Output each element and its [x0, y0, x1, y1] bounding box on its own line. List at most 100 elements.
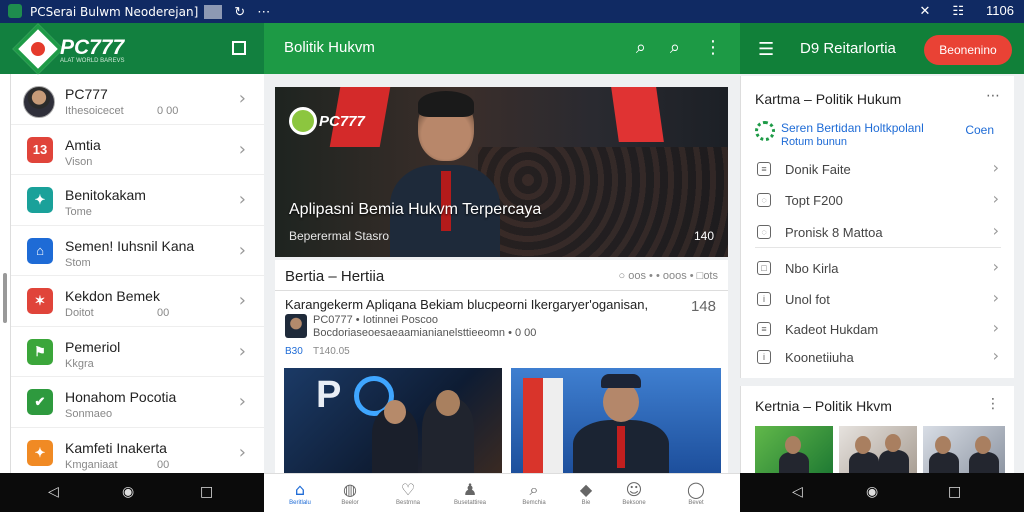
category-row[interactable]: ◌ Pronisk 8 Mattoa ›: [741, 219, 1015, 249]
tab-1[interactable]: ◍ Beelor: [330, 480, 370, 510]
divider: [755, 247, 1001, 248]
heart-icon: ♡: [400, 480, 416, 499]
middle-header: Bolitik Hukvm ⌕ ⌕ ⋮: [264, 23, 740, 74]
thumb-logo-text: P: [316, 374, 342, 416]
chevron-right-icon: ›: [992, 346, 999, 365]
contact-list: PC777 Ithesoicecet 0 00 › 13 Amtia Vison › ✦ Beni…: [10, 74, 264, 473]
tab-2[interactable]: ♡ Bestrnna: [388, 480, 428, 510]
category-label: Kadeot Hukdam: [785, 322, 879, 337]
recent-apps-icon[interactable]: □: [948, 484, 961, 500]
tab-0[interactable]: ⌂ Beritlalu: [280, 480, 320, 510]
gallery-thumbnail[interactable]: [923, 426, 1005, 473]
right-panel: ☰ D9 Reitarlortia Beonenino Kartma – Pol…: [740, 23, 1024, 473]
category-row[interactable]: ≡ Donik Faite ›: [741, 156, 1015, 186]
connect-link[interactable]: Coen: [965, 123, 994, 137]
gallery-thumbnail[interactable]: [839, 426, 917, 473]
category-row[interactable]: i Unol fot ›: [741, 286, 1015, 316]
chevron-right-icon: ›: [992, 158, 999, 177]
chat-icon: ◍: [343, 480, 357, 499]
news-thumbnail[interactable]: [511, 368, 721, 473]
info-icon: i: [757, 350, 771, 364]
home-icon[interactable]: ◉: [122, 484, 134, 500]
more-icon[interactable]: ⋯: [257, 4, 270, 20]
news-thumbnail[interactable]: P: [284, 368, 502, 473]
category-row[interactable]: i Koonetiiuha ›: [741, 344, 1015, 374]
scrollbar[interactable]: [3, 273, 7, 323]
close-icon[interactable]: ✕: [919, 3, 930, 19]
share-icon: ✶: [27, 288, 53, 314]
category-row[interactable]: ◌ Topt F200 ›: [741, 187, 1015, 217]
gallery-card: Kertnia – Politik Hkvm ⋮: [740, 386, 1014, 473]
news-time: T140.05: [313, 346, 350, 357]
back-icon[interactable]: ◁: [792, 484, 803, 500]
search-icon[interactable]: ⌕: [670, 37, 680, 58]
list-item[interactable]: 13 Amtia Vison ›: [11, 125, 264, 175]
list-item[interactable]: PC777 Ithesoicecet 0 00 ›: [11, 74, 264, 125]
search-icon[interactable]: ⌕: [636, 37, 646, 58]
list-item[interactable]: ⚑ Pemeriol Kkgra ›: [11, 327, 264, 377]
category-row[interactable]: □ Nbo Kirla ›: [741, 255, 1015, 285]
list-item-title: Benitokakam: [65, 187, 146, 203]
more-vert-icon[interactable]: ⋮: [986, 396, 1000, 412]
banner-subline: Rotum bunun: [781, 136, 848, 148]
home-icon[interactable]: ◉: [866, 484, 878, 500]
news-heading: Bertia – Hertiia: [285, 268, 385, 285]
tab-label: Busetattirea: [453, 500, 487, 506]
list-item-subtitle: Kkgra: [65, 357, 94, 370]
card-title: Kartma – Politik Hukum: [755, 91, 902, 107]
chevron-right-icon: ›: [992, 189, 999, 208]
primary-button[interactable]: Beonenino: [924, 35, 1012, 65]
screen-icon[interactable]: ☷: [952, 3, 964, 19]
more-vert-icon[interactable]: ⋮: [704, 37, 722, 58]
divider: [275, 290, 728, 291]
list-item[interactable]: ✦ Benitokakam Tome ›: [11, 175, 264, 226]
system-nav-bar: ◁ ◉ □: [740, 473, 1024, 512]
list-item[interactable]: ⌂ Semen! Iuhsnil Kana Stom ›: [11, 226, 264, 276]
tab-label: Beritlalu: [289, 500, 311, 506]
category-row[interactable]: ≡ Kadeot Hukdam ›: [741, 316, 1015, 346]
chevron-right-icon: ›: [238, 239, 246, 261]
list-item-title: PC777: [65, 86, 108, 102]
list-item-meta: 00: [157, 458, 170, 471]
bird-icon: ✦: [27, 187, 53, 213]
list-item-meta: 00: [157, 307, 170, 319]
chat-icon: ◌: [757, 193, 771, 207]
tab-5[interactable]: ◆ Bie: [566, 480, 606, 510]
list-item[interactable]: ✶ Kekdon Bemek Doitot 00 ›: [11, 276, 264, 327]
hero-person-image: [390, 91, 500, 257]
recent-apps-icon[interactable]: □: [200, 484, 213, 500]
list-item[interactable]: ✦ Kamfeti Inakerta Kmganiaat 00 ›: [11, 428, 264, 474]
news-headline[interactable]: Karangekerm Apliqana Bekiam blucpeorni I…: [285, 297, 648, 312]
page-title: Bolitik Hukvm: [284, 39, 375, 56]
home-icon: ⌂: [27, 237, 53, 264]
gallery-thumbnail[interactable]: [755, 426, 833, 473]
people-icon: ☺: [625, 480, 643, 499]
list-item-title: Honahom Pocotia: [65, 389, 177, 405]
list-item-title: Pemeriol: [65, 338, 121, 355]
category-label: Donik Faite: [785, 162, 851, 177]
more-horiz-icon[interactable]: ⋯: [986, 88, 1000, 104]
window-square-icon[interactable]: [232, 41, 246, 55]
hero-banner[interactable]: PC777 Aplipasni Bemia Hukvm Terpercaya B…: [275, 87, 728, 257]
tab-6[interactable]: ☺ Beksone: [614, 480, 654, 510]
back-icon[interactable]: ◁: [48, 484, 59, 500]
bird-icon: ✦: [27, 439, 53, 466]
menu-icon[interactable]: ☰: [758, 39, 774, 60]
tab-4[interactable]: ⌕ Bemchia: [514, 480, 554, 510]
tab-3[interactable]: ♟ Busetattirea: [450, 480, 490, 510]
refresh-icon[interactable]: ↻: [234, 4, 245, 20]
banner-line[interactable]: Seren Bertidan Holtkpolanl: [781, 121, 924, 135]
tab-7[interactable]: ◯ Bevet: [676, 480, 716, 510]
gallery-icon[interactable]: [204, 4, 223, 19]
hero-subtitle: Beperermal Stasro: [289, 229, 390, 243]
list-item-subtitle: Kmganiaat: [65, 458, 118, 471]
category-card: Kartma – Politik Hukum ⋯ Seren Bertidan …: [740, 76, 1014, 378]
status-bar: PCSerai Bulwm Neoderejan] ↻ ⋯ ✕ ☷ 1106: [0, 0, 1024, 23]
news-time-prefix: B30: [285, 346, 303, 357]
right-header: ☰ D9 Reitarlortia Beonenino: [740, 23, 1024, 74]
shield-icon: ◆: [579, 480, 593, 499]
card-title: Kertnia – Politik Hkvm: [755, 398, 892, 414]
tab-label: Beksone: [622, 500, 646, 506]
list-item[interactable]: ✔ Honahom Pocotia Sonmaeo ›: [11, 377, 264, 428]
chevron-right-icon: ›: [238, 189, 246, 210]
